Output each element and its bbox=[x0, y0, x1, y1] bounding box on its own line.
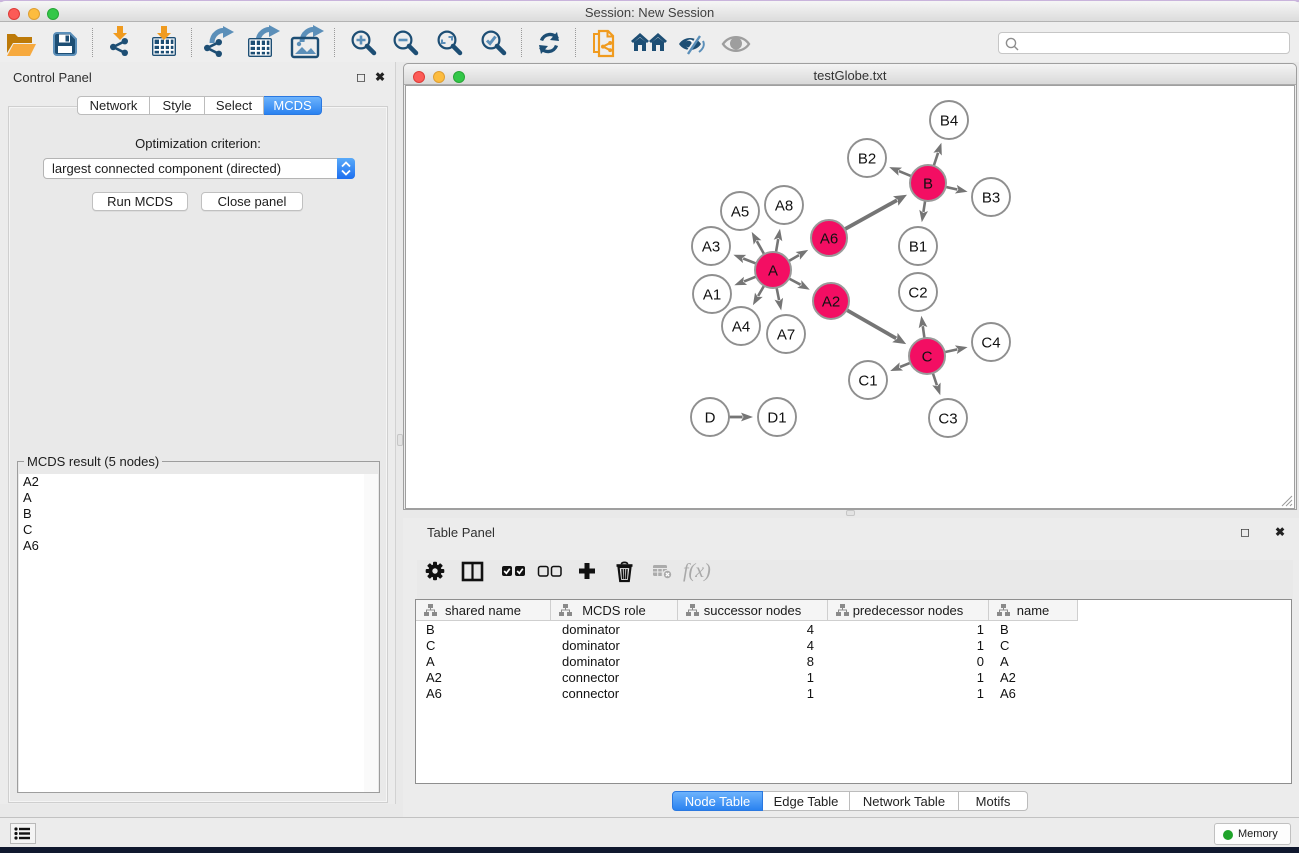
svg-text:B1: B1 bbox=[909, 238, 927, 255]
svg-text:A: A bbox=[768, 262, 778, 279]
svg-text:A1: A1 bbox=[703, 286, 721, 303]
svg-text:C2: C2 bbox=[908, 284, 927, 301]
svg-text:C1: C1 bbox=[858, 372, 877, 389]
svg-text:A7: A7 bbox=[777, 326, 795, 343]
svg-text:A4: A4 bbox=[732, 318, 750, 335]
svg-text:C: C bbox=[922, 348, 933, 365]
svg-text:f(x): f(x) bbox=[683, 560, 711, 582]
svg-text:D: D bbox=[705, 409, 716, 426]
svg-text:B3: B3 bbox=[982, 189, 1000, 206]
svg-text:A8: A8 bbox=[775, 197, 793, 214]
svg-text:A3: A3 bbox=[702, 238, 720, 255]
svg-text:B: B bbox=[923, 175, 933, 192]
svg-text:A6: A6 bbox=[820, 230, 838, 247]
svg-text:B2: B2 bbox=[858, 150, 876, 167]
svg-text:A5: A5 bbox=[731, 203, 749, 220]
svg-text:A2: A2 bbox=[822, 293, 840, 310]
svg-text:C3: C3 bbox=[938, 410, 957, 427]
svg-text:D1: D1 bbox=[767, 409, 786, 426]
svg-text:C4: C4 bbox=[981, 334, 1000, 351]
svg-text:B4: B4 bbox=[940, 112, 958, 129]
